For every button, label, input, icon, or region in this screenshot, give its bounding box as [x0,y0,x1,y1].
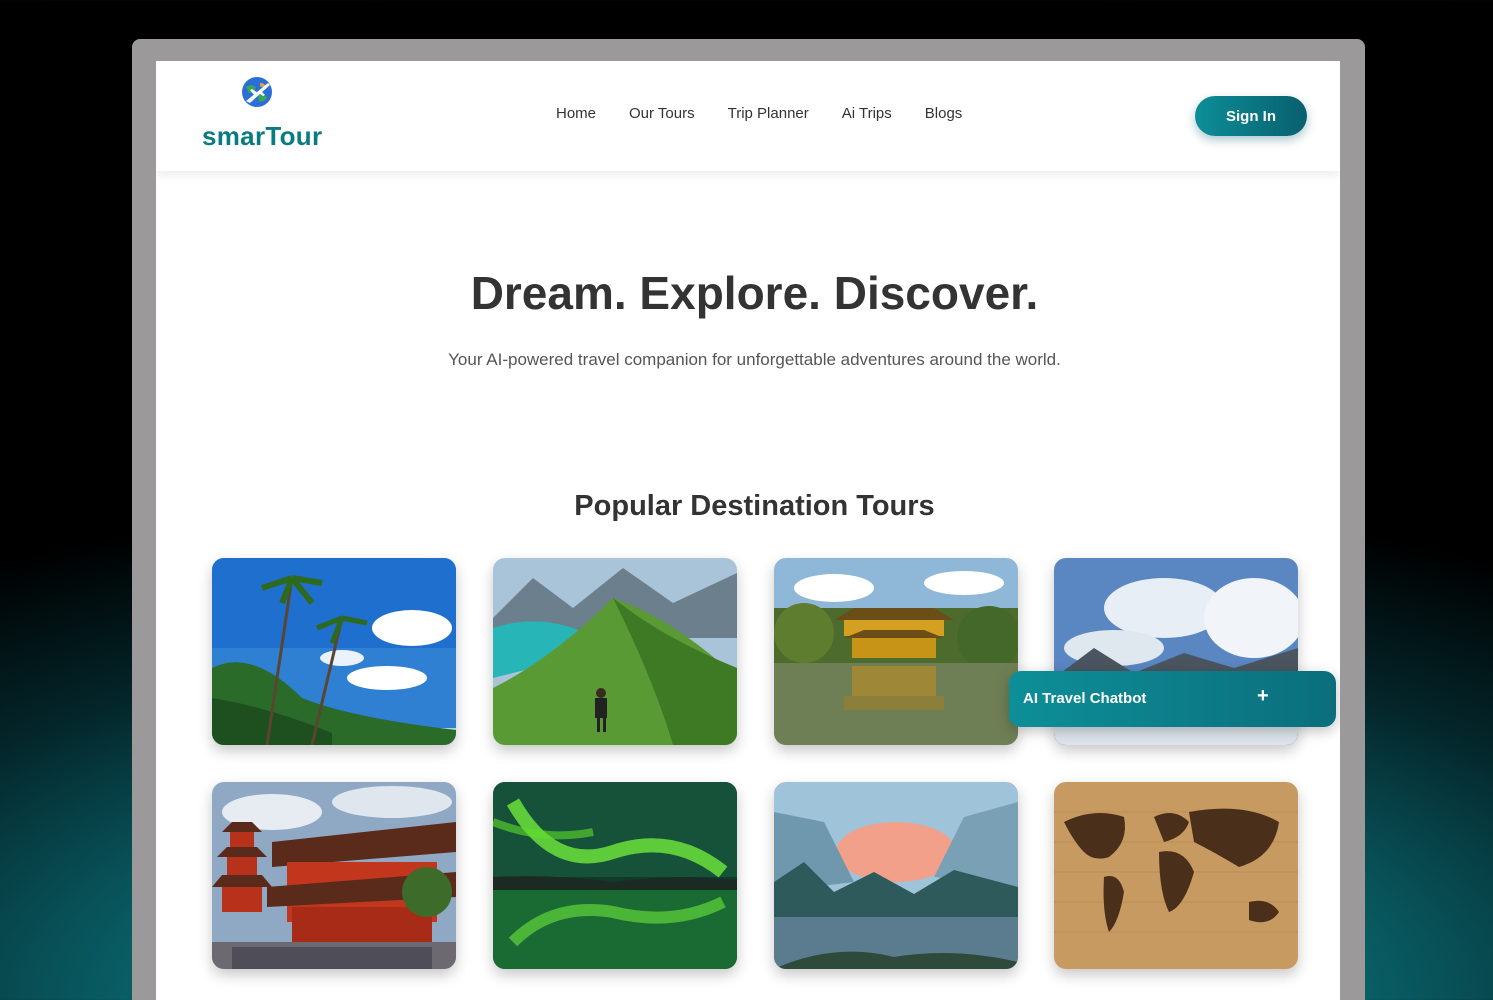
section-title: Popular Destination Tours [574,490,935,522]
nav-ai-trips[interactable]: Ai Trips [842,105,892,122]
page: smarTour Home Our Tours Trip Planner Ai … [156,61,1340,1000]
ai-chatbot-widget[interactable]: AI Travel Chatbot + [1009,671,1336,727]
tour-image [493,558,737,745]
tour-image [212,558,456,745]
chatbot-expand-icon[interactable]: + [1257,685,1269,708]
tour-card-world-map[interactable] [1054,782,1298,969]
tour-image [774,558,1018,745]
nav-our-tours[interactable]: Our Tours [629,105,695,122]
tour-card-mountain-ridge[interactable] [493,558,737,745]
sign-in-button[interactable]: Sign In [1195,96,1307,136]
hero-title: Dream. Explore. Discover. [470,267,1039,319]
nav-blogs[interactable]: Blogs [925,105,963,122]
globe-plane-icon [242,77,272,107]
tour-card-golden-pavilion[interactable] [774,558,1018,745]
nav-home[interactable]: Home [556,105,596,122]
brand-name: smarTour [202,121,323,151]
navbar: smarTour Home Our Tours Trip Planner Ai … [156,61,1340,171]
tour-image [212,782,456,969]
chatbot-label: AI Travel Chatbot [1023,690,1147,707]
tour-image [774,782,1018,969]
tour-image [1054,782,1298,969]
nav-menu: Home Our Tours Trip Planner Ai Trips Blo… [556,105,995,122]
tour-card-valley-sunset[interactable] [774,782,1018,969]
tour-card-tropical-beach[interactable] [212,558,456,745]
brand-logo[interactable]: smarTour [202,73,332,153]
hero-subtitle: Your AI-powered travel companion for unf… [448,350,1061,369]
nav-trip-planner[interactable]: Trip Planner [728,105,809,122]
tour-card-red-temple[interactable] [212,782,456,969]
tour-image [493,782,737,969]
tour-card-northern-lights[interactable] [493,782,737,969]
